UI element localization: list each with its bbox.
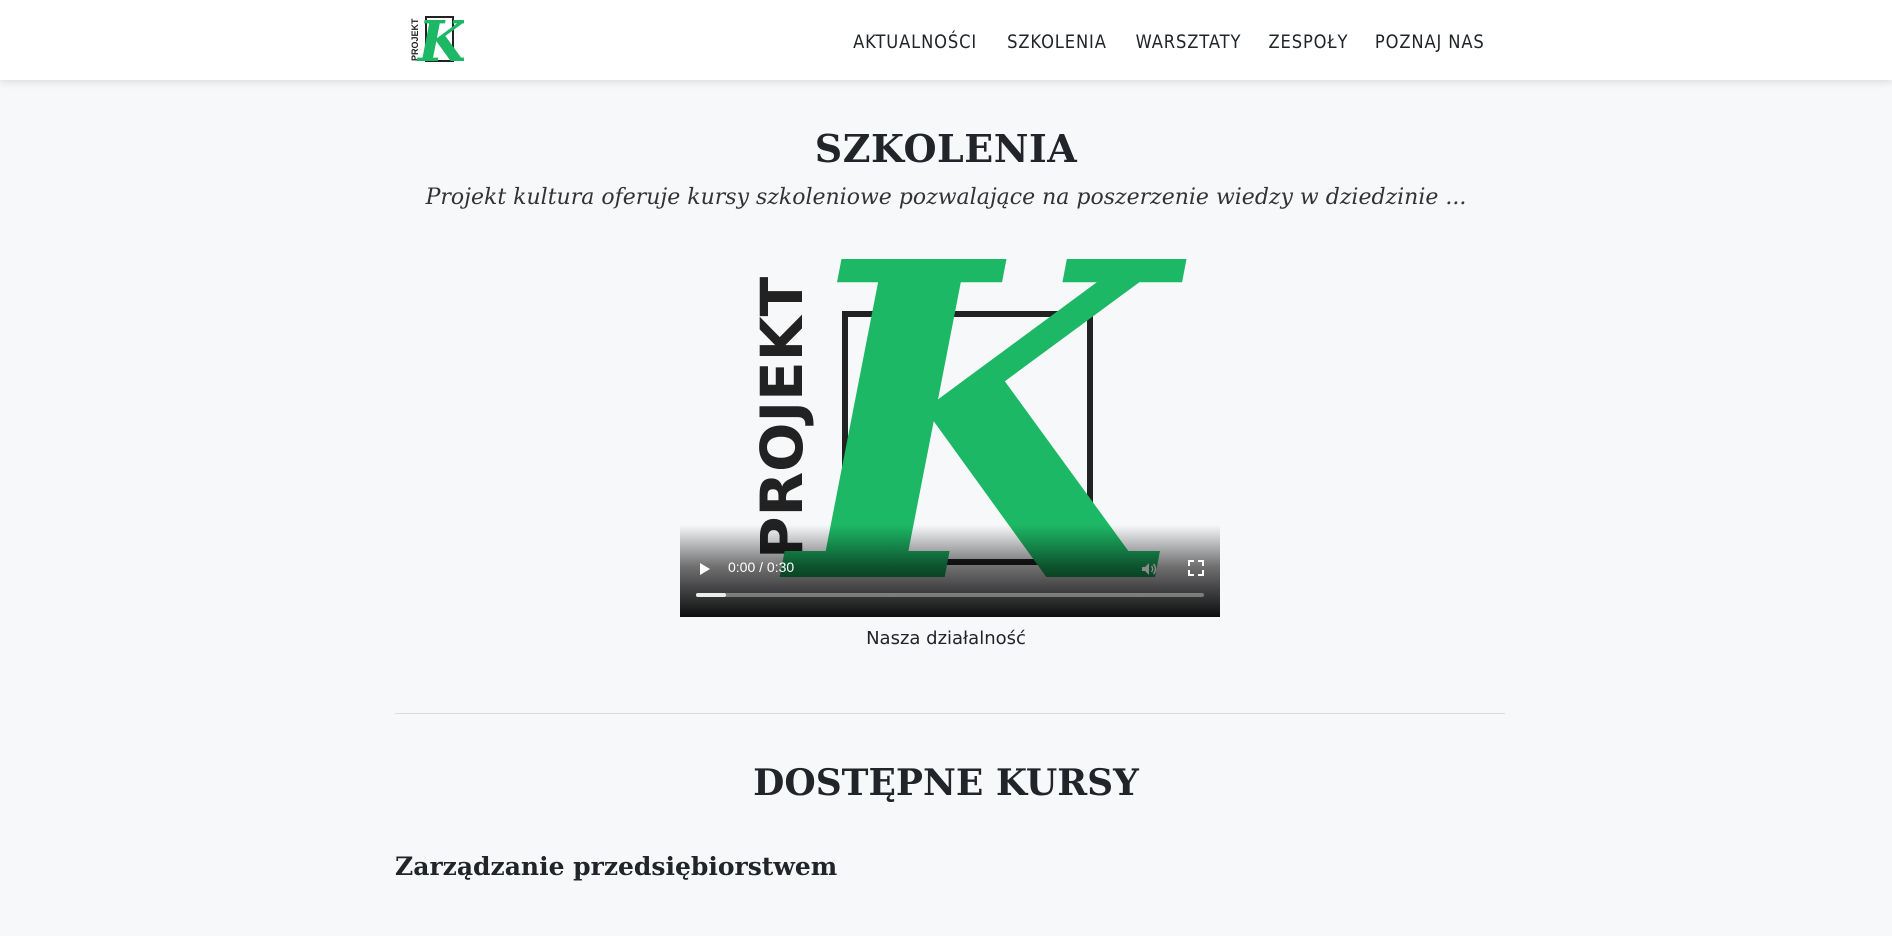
logo[interactable]: PROJEKT K (404, 9, 469, 75)
volume-icon[interactable] (1140, 560, 1158, 578)
nav-aktualnosci[interactable]: AKTUALNOŚCI (853, 31, 977, 53)
video-controls: 0:00 / 0:30 (680, 525, 1220, 617)
video-caption: Nasza działalność (866, 628, 1026, 649)
svg-text:K: K (416, 9, 464, 71)
page-title: SZKOLENIA (814, 126, 1078, 171)
navbar: PROJEKT K AKTUALNOŚCI SZKOLENIA WARSZTAT… (0, 0, 1892, 80)
nav-poznaj-nas[interactable]: POZNAJ NAS (1375, 31, 1485, 53)
video-player[interactable]: PROJEKT K 0:00 / 0:30 (680, 259, 1220, 617)
course-title[interactable]: Zarządzanie przedsiębiorstwem (395, 852, 837, 881)
nav-szkolenia[interactable]: SZKOLENIA (1007, 31, 1107, 53)
section-divider (395, 713, 1505, 714)
courses-heading: DOSTĘPNE KURSY (753, 762, 1139, 804)
video-time: 0:00 / 0:30 (728, 559, 795, 575)
nav-zespoly[interactable]: ZESPOŁY (1268, 31, 1348, 53)
main-nav: AKTUALNOŚCI SZKOLENIA WARSZTATY ZESPOŁY … (849, 0, 1488, 84)
nav-warsztaty[interactable]: WARSZTATY (1135, 31, 1241, 53)
page-lead: Projekt kultura oferuje kursy szkoleniow… (425, 185, 1467, 210)
video-progress-bar[interactable] (696, 593, 1204, 597)
play-icon[interactable] (698, 561, 712, 577)
video-progress-fill (696, 593, 727, 597)
logo-icon: PROJEKT K (410, 9, 469, 75)
fullscreen-icon[interactable] (1188, 560, 1204, 576)
